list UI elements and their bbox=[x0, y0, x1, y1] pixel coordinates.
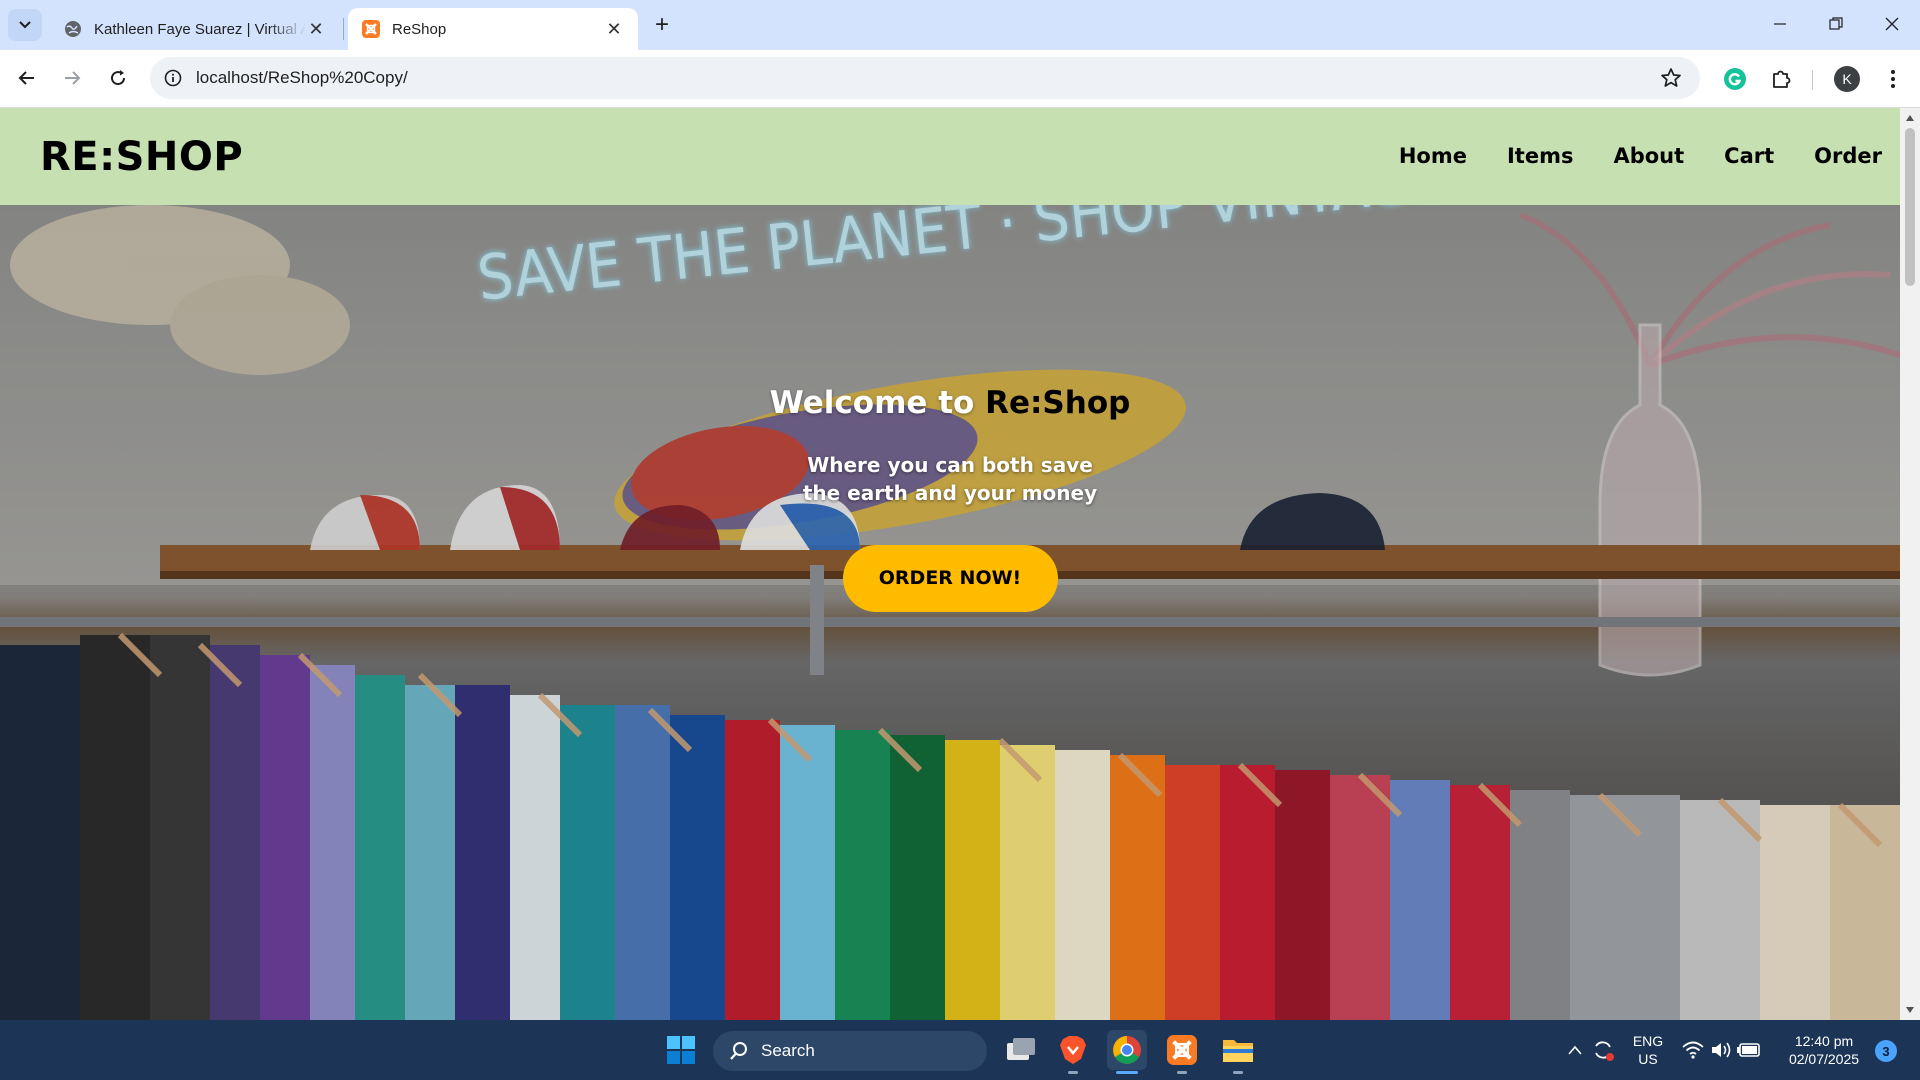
close-window-button[interactable] bbox=[1864, 0, 1920, 48]
xampp-taskbar-icon[interactable] bbox=[1162, 1030, 1202, 1070]
reload-icon bbox=[111, 70, 126, 86]
nav-cart-link[interactable]: Cart bbox=[1724, 144, 1774, 168]
avatar: K bbox=[1834, 66, 1860, 92]
hero-subtitle-line2: the earth and your money bbox=[802, 481, 1098, 505]
nav-home-link[interactable]: Home bbox=[1399, 144, 1467, 168]
region-label: US bbox=[1638, 1051, 1658, 1067]
tab-title: Kathleen Faye Suarez | Virtual Assistant bbox=[94, 20, 306, 38]
app-active-indicator bbox=[1116, 1071, 1138, 1074]
restore-button[interactable] bbox=[1808, 0, 1864, 48]
wifi-icon[interactable] bbox=[1678, 1030, 1708, 1070]
url-text: localhost/ReShop%20Copy/ bbox=[196, 68, 408, 87]
hero-content: Welcome to Re:Shop Where you can both sa… bbox=[0, 385, 1900, 612]
language-indicator[interactable]: ENG US bbox=[1626, 1032, 1670, 1068]
clock-time: 12:40 pm bbox=[1794, 1033, 1854, 1049]
browser-menu-button[interactable] bbox=[1878, 64, 1908, 94]
chevron-up-icon[interactable] bbox=[1565, 1030, 1585, 1070]
minimize-icon bbox=[1774, 23, 1786, 25]
app-running-indicator bbox=[1068, 1071, 1078, 1074]
taskbar-search[interactable]: Search bbox=[713, 1031, 987, 1071]
globe-icon bbox=[64, 20, 82, 38]
app-running-indicator bbox=[1233, 1071, 1243, 1074]
brave-browser-icon[interactable] bbox=[1053, 1030, 1093, 1070]
extensions-puzzle-icon[interactable] bbox=[1766, 64, 1796, 94]
browser-tabstrip: Kathleen Faye Suarez | Virtual Assistant… bbox=[0, 0, 1920, 50]
sync-alert-icon[interactable] bbox=[1588, 1030, 1618, 1070]
tab-reshop[interactable]: ReShop ✕ bbox=[348, 8, 638, 50]
nav-items-link[interactable]: Items bbox=[1507, 144, 1573, 168]
arrow-left-icon bbox=[18, 71, 34, 85]
nav-about-link[interactable]: About bbox=[1613, 144, 1684, 168]
site-header: RE:SHOP Home Items About Cart Order bbox=[0, 108, 1900, 205]
scrollbar-thumb[interactable] bbox=[1905, 128, 1915, 286]
hero-overlay bbox=[0, 205, 1900, 1020]
restore-icon bbox=[1829, 17, 1843, 30]
address-bar[interactable]: localhost/ReShop%20Copy/ bbox=[150, 57, 1700, 99]
volume-icon[interactable] bbox=[1706, 1030, 1736, 1070]
search-placeholder: Search bbox=[761, 1041, 815, 1060]
clock-date: 02/07/2025 bbox=[1788, 1051, 1860, 1067]
scroll-up-arrow-icon[interactable] bbox=[1904, 112, 1916, 124]
browser-toolbar: localhost/ReShop%20Copy/ K bbox=[0, 50, 1920, 108]
close-tab-icon[interactable]: ✕ bbox=[306, 19, 326, 39]
tab-title: ReShop bbox=[392, 20, 447, 38]
hero-title-brand: Re:Shop bbox=[985, 385, 1131, 421]
tab-divider bbox=[343, 18, 344, 40]
order-now-button[interactable]: ORDER NOW! bbox=[842, 545, 1058, 612]
forward-button[interactable] bbox=[56, 62, 88, 94]
arrow-right-icon bbox=[65, 71, 81, 85]
reload-button[interactable] bbox=[102, 62, 134, 94]
search-icon bbox=[730, 1042, 747, 1060]
profile-button[interactable]: K bbox=[1832, 64, 1862, 94]
clock[interactable]: 12:40 pm 02/07/2025 bbox=[1776, 1032, 1872, 1068]
language-label: ENG bbox=[1632, 1033, 1664, 1049]
hero-section: SAVE THE PLANET · SHOP VINTAGE SAVE THE … bbox=[0, 205, 1900, 1020]
site-info-icon bbox=[164, 69, 182, 87]
file-explorer-icon[interactable] bbox=[1218, 1030, 1258, 1070]
task-view-icon[interactable] bbox=[1001, 1030, 1041, 1070]
xampp-icon bbox=[362, 20, 380, 38]
nav-order-link[interactable]: Order bbox=[1814, 144, 1882, 168]
app-running-indicator bbox=[1177, 1071, 1187, 1074]
scroll-down-arrow-icon[interactable] bbox=[1904, 1004, 1916, 1016]
new-tab-button[interactable]: + bbox=[648, 11, 676, 39]
tab-kathleen[interactable]: Kathleen Faye Suarez | Virtual Assistant… bbox=[50, 8, 340, 50]
chevron-down-icon bbox=[19, 21, 31, 29]
notification-badge[interactable]: 3 bbox=[1875, 1040, 1897, 1062]
close-icon bbox=[1885, 17, 1899, 31]
hero-title: Welcome to Re:Shop bbox=[0, 385, 1900, 421]
grammarly-extension-icon[interactable] bbox=[1720, 64, 1750, 94]
site-logo[interactable]: RE:SHOP bbox=[40, 134, 243, 180]
page-scrollbar[interactable] bbox=[1900, 108, 1920, 1020]
hero-subtitle-line1: Where you can both save bbox=[807, 453, 1093, 477]
battery-icon[interactable] bbox=[1734, 1030, 1764, 1070]
more-vertical-icon bbox=[1891, 70, 1895, 88]
back-button[interactable] bbox=[11, 62, 43, 94]
close-tab-icon[interactable]: ✕ bbox=[604, 19, 624, 39]
chrome-browser-icon[interactable] bbox=[1107, 1030, 1147, 1070]
site-nav: Home Items About Cart Order bbox=[1399, 144, 1882, 168]
page-viewport: RE:SHOP Home Items About Cart Order SAVE… bbox=[0, 108, 1900, 1020]
windows-taskbar: Search ENG US 12:40 pm 02/07/2025 bbox=[0, 1020, 1920, 1080]
hero-title-prefix: Welcome to bbox=[769, 385, 986, 421]
minimize-button[interactable] bbox=[1752, 0, 1808, 48]
bookmark-star-icon[interactable] bbox=[1660, 67, 1682, 94]
tab-search-button[interactable] bbox=[8, 9, 42, 41]
windows-start-icon[interactable] bbox=[661, 1030, 701, 1070]
toolbar-divider bbox=[1812, 70, 1813, 90]
window-controls bbox=[1752, 0, 1920, 48]
hero-subtitle: Where you can both save the earth and yo… bbox=[0, 451, 1900, 507]
